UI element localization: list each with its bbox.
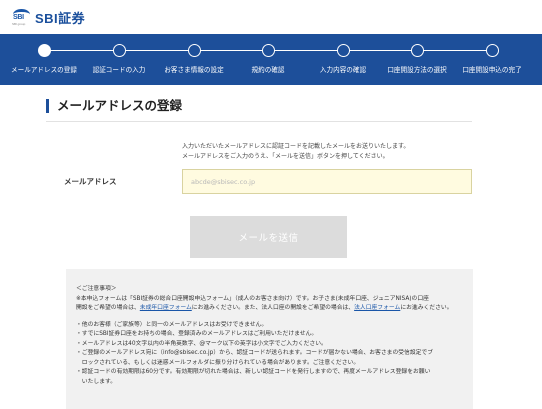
notes-bullet: ・他のお客様（ご家族等）と同一のメールアドレスはお受けできません。 bbox=[76, 321, 268, 328]
instructions: 入力いただいたメールアドレスに認証コードを記載したメールをお送りいたします。 メ… bbox=[182, 142, 542, 162]
notes-heading: ＜ご注意事項＞ bbox=[76, 286, 117, 292]
step-dot-icon bbox=[410, 44, 424, 57]
step-label: 入力内容の確認 bbox=[319, 66, 367, 74]
notes-bullet: ・ご登録のメールアドレス宛に（info@sbisec.co.jp）から、認証コー… bbox=[76, 350, 434, 356]
send-email-button[interactable]: メールを送信 bbox=[190, 216, 347, 258]
step-dot-icon bbox=[187, 44, 201, 57]
instruction-line: メールアドレスをご入力のうえ、「メールを送信」ボタンを押してください。 bbox=[182, 153, 389, 160]
step-auth-code: 認証コードの入力 bbox=[79, 34, 159, 74]
step-dot-icon bbox=[112, 44, 126, 57]
step-label: 口座開設方法の選択 bbox=[387, 66, 447, 74]
notes-bullet: ・認証コードの有効期限は60分です。有効期限が切れた場合は、新しい認証コードを発… bbox=[76, 369, 431, 375]
notes-bullet: ・メールアドレスは40文字以内の半角英数字、@マーク以下の英字は小文字でご入力く… bbox=[76, 340, 327, 347]
step-dot-icon bbox=[336, 44, 350, 57]
email-input[interactable] bbox=[182, 169, 472, 194]
logo-text: SBI証券 bbox=[35, 10, 86, 26]
corporate-account-form-link[interactable]: 法人口座フォーム bbox=[354, 305, 400, 311]
sbi-logo-mark-icon: SBI SBI group bbox=[12, 7, 32, 27]
sbi-logo[interactable]: SBI SBI group SBI証券 bbox=[12, 7, 85, 27]
notes-bullet: ・すでにSBI証券口座をお持ちの場合、登録済みのメールアドレスはご利用いただけま… bbox=[76, 331, 318, 337]
step-label: メールアドレスの登録 bbox=[11, 66, 77, 74]
step-complete: 口座開設申込の完了 bbox=[452, 34, 532, 74]
step-label: 口座開設申込の完了 bbox=[462, 66, 522, 74]
step-label: お客さま情報の設定 bbox=[164, 66, 224, 74]
notes-line: 開設をご希望の場合は、未成年口座フォームにお進みください。また、法人口座の開設を… bbox=[76, 305, 453, 311]
header: SBI SBI group SBI証券 bbox=[0, 0, 542, 34]
step-dot-icon bbox=[485, 44, 499, 57]
step-terms: 規約の確認 bbox=[228, 34, 308, 74]
notes-box: ＜ご注意事項＞ ※本申込フォームは「SBI証券の総合口座開設申込フォーム」（成人… bbox=[66, 269, 473, 409]
step-dot-icon bbox=[261, 44, 275, 57]
step-email-registration: メールアドレスの登録 bbox=[4, 34, 84, 74]
notes-bullet: ロックされている、もしくは迷惑メールフォルダに振り分けられている場合があります。… bbox=[76, 359, 360, 366]
step-customer-info: お客さま情報の設定 bbox=[154, 34, 234, 74]
email-label: メールアドレス bbox=[64, 177, 117, 186]
step-dot-icon bbox=[37, 44, 51, 57]
email-row: メールアドレス bbox=[0, 169, 542, 194]
page-title-section: メールアドレスの登録 bbox=[46, 99, 472, 122]
page-title: メールアドレスの登録 bbox=[46, 99, 472, 113]
notes-line: ※本申込フォームは「SBI証券の総合口座開設申込フォーム」（成人のお客さま向け）… bbox=[76, 295, 429, 302]
notes-bullet: いたします。 bbox=[76, 378, 116, 385]
step-label: 認証コードの入力 bbox=[92, 66, 146, 74]
submit-section: メールを送信 bbox=[190, 216, 542, 258]
progress-steps: メールアドレスの登録 認証コードの入力 お客さま情報の設定 規約の確認 入力内容… bbox=[0, 34, 542, 85]
minor-account-form-link[interactable]: 未成年口座フォーム bbox=[140, 305, 192, 311]
instruction-line: 入力いただいたメールアドレスに認証コードを記載したメールをお送りいたします。 bbox=[182, 143, 410, 150]
step-method: 口座開設方法の選択 bbox=[377, 34, 457, 74]
step-label: 規約の確認 bbox=[251, 66, 285, 74]
step-confirm: 入力内容の確認 bbox=[303, 34, 383, 74]
